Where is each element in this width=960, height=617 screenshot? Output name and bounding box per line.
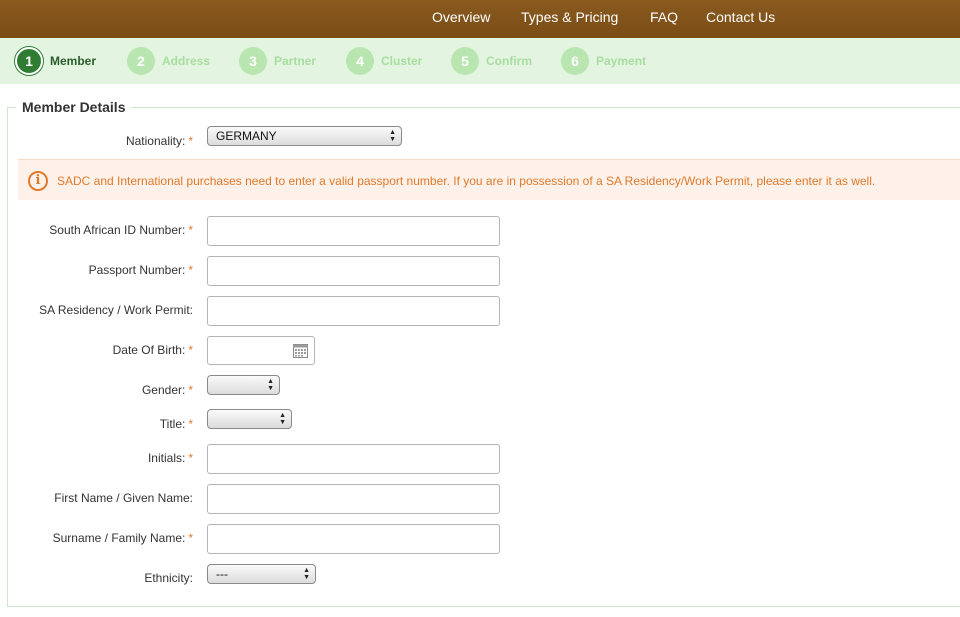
up-down-arrows-icon: ▲ ▼	[279, 412, 286, 426]
title-label: Title: *	[159, 417, 193, 431]
dob-label: Date Of Birth: *	[112, 343, 193, 357]
step-number: 5	[451, 47, 479, 75]
title-select[interactable]: ▲ ▼	[207, 409, 292, 429]
step-label: Confirm	[486, 54, 532, 68]
step-confirm[interactable]: 5 Confirm	[451, 46, 532, 76]
passport-input[interactable]	[207, 256, 500, 286]
top-navigation: Overview Types & Pricing FAQ Contact Us	[0, 0, 960, 38]
step-cluster[interactable]: 4 Cluster	[346, 46, 422, 76]
step-label: Partner	[274, 54, 317, 68]
ethnicity-select[interactable]: --- ▲ ▼	[207, 564, 316, 584]
first-name-label: First Name / Given Name:	[54, 491, 193, 505]
nationality-label: Nationality: *	[125, 134, 193, 148]
ethnicity-value: ---	[216, 567, 228, 581]
initials-input[interactable]	[207, 444, 500, 474]
nav-overview-link[interactable]: Overview	[432, 9, 490, 25]
up-down-arrows-icon: ▲ ▼	[303, 567, 310, 581]
step-label: Payment	[596, 54, 647, 68]
wizard-steps: 1 Member 2 Address 3 Partner 4 Cluster 5…	[0, 38, 960, 84]
notice-text: SADC and International purchases need to…	[57, 174, 876, 188]
up-down-arrows-icon: ▲ ▼	[267, 378, 274, 392]
section-title: Member Details	[16, 99, 132, 115]
gender-label: Gender: *	[141, 383, 193, 397]
dob-input[interactable]	[207, 336, 315, 365]
gender-select[interactable]: ▲ ▼	[207, 375, 280, 395]
initials-label: Initials: *	[147, 451, 193, 465]
step-member[interactable]: 1 Member	[15, 46, 96, 76]
nationality-value: GERMANY	[216, 129, 277, 143]
info-icon: i	[28, 171, 48, 191]
permit-input[interactable]	[207, 296, 500, 326]
up-down-arrows-icon: ▲ ▼	[389, 129, 396, 143]
step-partner[interactable]: 3 Partner	[239, 46, 316, 76]
passport-label: Passport Number: *	[88, 263, 193, 277]
calendar-icon[interactable]	[293, 343, 308, 358]
step-label: Member	[50, 54, 97, 68]
first-name-input[interactable]	[207, 484, 500, 514]
permit-label: SA Residency / Work Permit:	[39, 303, 193, 317]
step-number: 2	[127, 47, 155, 75]
step-label: Cluster	[381, 54, 423, 68]
step-number: 3	[239, 47, 267, 75]
nav-types-pricing-link[interactable]: Types & Pricing	[521, 9, 618, 25]
step-label: Address	[162, 54, 211, 68]
nav-faq-link[interactable]: FAQ	[650, 9, 678, 25]
step-number: 4	[346, 47, 374, 75]
surname-input[interactable]	[207, 524, 500, 554]
step-address[interactable]: 2 Address	[127, 46, 210, 76]
nav-contact-link[interactable]: Contact Us	[706, 9, 775, 25]
sa-id-input[interactable]	[207, 216, 500, 246]
nationality-select[interactable]: GERMANY ▲ ▼	[207, 126, 402, 146]
step-number: 6	[561, 47, 589, 75]
passport-notice: i SADC and International purchases need …	[18, 159, 960, 200]
step-number: 1	[15, 47, 43, 75]
sa-id-label: South African ID Number: *	[49, 223, 193, 237]
surname-label: Surname / Family Name: *	[52, 531, 193, 545]
step-payment[interactable]: 6 Payment	[561, 46, 646, 76]
ethnicity-label: Ethnicity:	[144, 571, 193, 585]
